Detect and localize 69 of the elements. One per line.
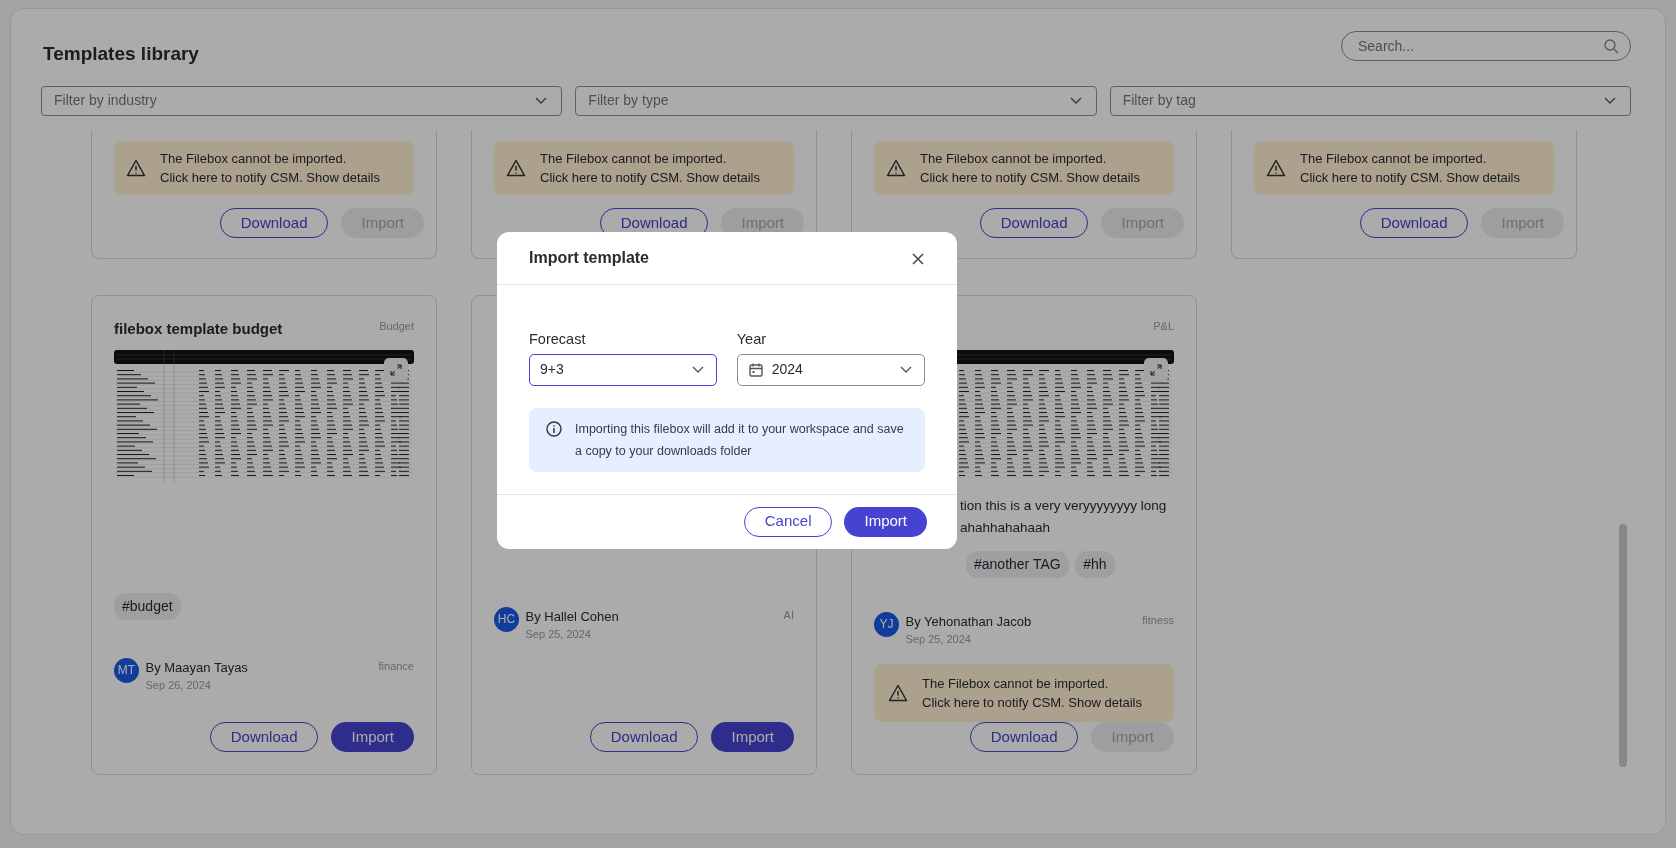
calendar-icon — [747, 361, 764, 378]
field-label: Year — [736, 329, 768, 349]
description-text: tion this is a very veryyyyyyyy long — [960, 496, 1168, 515]
expand-icon — [1149, 362, 1163, 377]
tag-chip: #another TAG — [966, 550, 1069, 578]
warning-text: The Filebox cannot be imported. — [540, 149, 728, 168]
download-button[interactable]: Download — [969, 721, 1079, 752]
warning-icon — [886, 157, 906, 178]
author-name: By Hallel Cohen — [525, 607, 620, 626]
warning-detail-text: to notify CSM. Show details — [983, 693, 1142, 712]
download-button[interactable]: Download — [979, 207, 1089, 238]
industry-label: AI — [783, 607, 794, 623]
info-text: Importing this filebox will add it to your workspace and save a copy to your downloads folder — [575, 420, 905, 460]
warning-text: The Filebox cannot be imported. — [160, 149, 348, 168]
download-button[interactable]: Download — [589, 721, 699, 752]
tag-chip: #hh — [1075, 550, 1115, 578]
page-title: Templates library — [43, 43, 199, 66]
notify-link[interactable]: Click here — [922, 692, 980, 712]
category-label: P&L — [1153, 318, 1174, 334]
import-button[interactable]: Import — [711, 721, 794, 752]
warning-icon — [888, 682, 908, 703]
info-icon — [545, 419, 563, 438]
modal-title: Import template — [529, 248, 649, 268]
download-button[interactable]: Download — [219, 207, 329, 238]
import-button[interactable]: Import — [844, 506, 927, 537]
warning-text: The Filebox cannot be imported. — [1300, 149, 1488, 168]
import-button[interactable]: Import — [331, 721, 414, 752]
search-field[interactable]: Search... — [1341, 31, 1631, 61]
select-dropdown[interactable]: 9+3 — [529, 353, 718, 386]
filter-dropdown[interactable]: Filter by type — [575, 85, 1097, 116]
filter-dropdown[interactable]: Filter by industry — [41, 85, 563, 116]
warning-detail-text: to notify CSM. Show details — [221, 168, 380, 187]
date-dropdown[interactable]: 2024 — [736, 353, 925, 386]
field-label: Forecast — [529, 329, 587, 349]
download-button[interactable]: Download — [209, 721, 319, 752]
industry-label: fitness — [1142, 612, 1174, 628]
card-title: filebox template budget — [114, 318, 283, 339]
warning-text: The Filebox cannot be imported. — [922, 674, 1110, 693]
industry-label: finance — [378, 658, 414, 674]
warning-detail-text: to notify CSM. Show details — [1361, 168, 1520, 187]
avatar: MT — [114, 657, 139, 683]
notify-link[interactable]: Click here — [160, 167, 218, 187]
notify-link[interactable]: Click here — [540, 167, 598, 187]
warning-icon — [1266, 157, 1286, 178]
download-button[interactable]: Download — [1359, 207, 1469, 238]
date-text: Sep 25, 2024 — [905, 632, 972, 648]
category-label: Budget — [379, 318, 414, 334]
search-icon — [1603, 38, 1619, 54]
date-text: Sep 25, 2024 — [525, 627, 592, 643]
warning-detail-text: to notify CSM. Show details — [981, 168, 1140, 187]
expand-button[interactable] — [1144, 357, 1168, 382]
author-name: By Yehonathan Jacob — [905, 612, 1033, 631]
date-text: Sep 26, 2024 — [145, 678, 212, 694]
warning-icon — [126, 157, 146, 178]
notify-link[interactable]: Click here — [920, 167, 978, 187]
avatar: YJ — [874, 611, 899, 637]
notify-link[interactable]: Click here — [1300, 167, 1358, 187]
cancel-button[interactable]: Cancel — [743, 506, 833, 537]
warning-text: The Filebox cannot be imported. — [920, 149, 1108, 168]
expand-button[interactable] — [384, 357, 408, 382]
scrollbar-thumb[interactable] — [1619, 524, 1627, 767]
tag-chip: #budget — [114, 592, 181, 620]
filter-dropdown[interactable]: Filter by tag — [1109, 85, 1631, 116]
author-name: By Maayan Tayas — [145, 658, 249, 677]
expand-icon — [389, 362, 403, 377]
warning-detail-text: to notify CSM. Show details — [601, 168, 760, 187]
warning-icon — [506, 157, 526, 178]
avatar: HC — [494, 606, 519, 632]
description-text: ahahhahahaah — [960, 518, 1052, 537]
